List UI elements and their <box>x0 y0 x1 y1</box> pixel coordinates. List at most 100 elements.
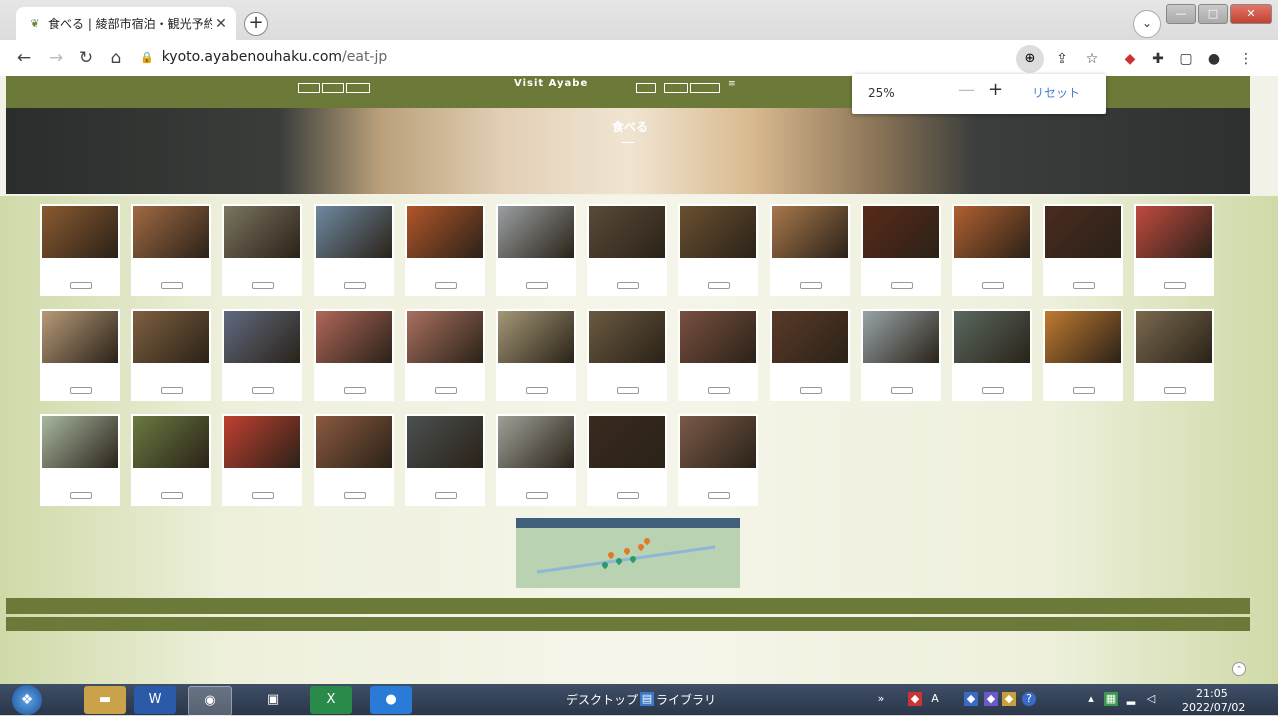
tray-app-icon[interactable]: ◆ <box>964 692 978 706</box>
lang-button[interactable] <box>298 83 320 93</box>
restaurant-photo[interactable] <box>133 416 210 468</box>
extensions-puzzle-icon[interactable]: ✚ <box>1148 49 1168 69</box>
restaurant-card[interactable] <box>496 204 576 296</box>
restaurant-card[interactable] <box>678 204 759 296</box>
back-icon[interactable]: ← <box>14 48 34 68</box>
restaurant-photo[interactable] <box>42 416 118 468</box>
details-button[interactable] <box>617 282 640 289</box>
site-logo[interactable]: Visit Ayabe <box>514 78 588 89</box>
restaurant-photo[interactable] <box>589 311 666 363</box>
restaurant-card[interactable] <box>587 414 668 506</box>
details-button[interactable] <box>343 282 366 289</box>
restaurant-photo[interactable] <box>42 311 118 363</box>
speaker-icon[interactable]: ◁ <box>1144 692 1158 706</box>
restaurant-photo[interactable] <box>224 311 301 363</box>
tray-app-icon[interactable]: ◆ <box>908 692 922 706</box>
details-button[interactable] <box>161 492 184 499</box>
clock-time[interactable]: 21:05 <box>1196 687 1228 700</box>
lang-button[interactable] <box>636 83 656 93</box>
details-button[interactable] <box>434 492 457 499</box>
excel-icon[interactable]: X <box>310 686 352 714</box>
restaurant-photo[interactable] <box>498 311 574 363</box>
restaurant-card[interactable] <box>860 309 941 401</box>
tray-app-icon[interactable]: ◆ <box>984 692 998 706</box>
lang-button[interactable] <box>664 83 688 93</box>
restaurant-card[interactable] <box>131 204 212 296</box>
zoom-reset-button[interactable]: リセット <box>1032 84 1080 101</box>
details-button[interactable] <box>70 282 92 289</box>
restaurant-card[interactable] <box>952 309 1032 401</box>
restaurant-card[interactable] <box>587 309 668 401</box>
restaurant-photo[interactable] <box>589 206 666 258</box>
start-button[interactable]: ❖ <box>12 685 42 715</box>
details-button[interactable] <box>1073 387 1096 394</box>
restaurant-photo[interactable] <box>1045 311 1122 363</box>
profile-icon[interactable]: ● <box>1204 49 1224 69</box>
restaurant-card[interactable] <box>40 309 120 401</box>
details-button[interactable] <box>708 282 731 289</box>
library-toolbar-label[interactable]: ライブラリ <box>656 691 716 708</box>
details-button[interactable] <box>161 387 184 394</box>
restaurant-photo[interactable] <box>1136 206 1213 258</box>
details-button[interactable] <box>252 282 275 289</box>
restaurant-photo[interactable] <box>771 311 848 363</box>
restaurant-photo[interactable] <box>680 206 757 258</box>
restaurant-photo[interactable] <box>406 311 483 363</box>
details-button[interactable] <box>1073 282 1096 289</box>
details-button[interactable] <box>70 492 92 499</box>
details-button[interactable] <box>799 282 822 289</box>
minimize-button[interactable]: — <box>1166 4 1196 24</box>
details-button[interactable] <box>1164 387 1187 394</box>
details-button[interactable] <box>161 282 184 289</box>
restaurant-photo[interactable] <box>224 416 301 468</box>
details-button[interactable] <box>70 387 92 394</box>
restaurant-card[interactable] <box>496 414 576 506</box>
restaurant-card[interactable] <box>40 204 120 296</box>
embedded-map[interactable] <box>516 518 740 588</box>
restaurant-card[interactable] <box>222 309 303 401</box>
restaurant-photo[interactable] <box>680 416 757 468</box>
restaurant-card[interactable] <box>587 204 668 296</box>
browser-tab[interactable]: ❦ 食べる | 綾部市宿泊・観光予約 ✕ <box>16 7 236 40</box>
details-button[interactable] <box>617 492 640 499</box>
details-button[interactable] <box>982 282 1004 289</box>
map-pin-icon[interactable] <box>642 536 652 546</box>
details-button[interactable] <box>982 387 1004 394</box>
restaurant-card[interactable] <box>678 414 759 506</box>
restaurant-photo[interactable] <box>406 206 483 258</box>
close-window-button[interactable]: ✕ <box>1230 4 1272 24</box>
details-button[interactable] <box>434 387 457 394</box>
restaurant-photo[interactable] <box>498 206 574 258</box>
bookmark-star-icon[interactable]: ☆ <box>1082 49 1102 69</box>
scroll-top-icon[interactable]: ⌃ <box>1232 662 1246 676</box>
lang-button[interactable] <box>322 83 344 93</box>
new-tab-button[interactable]: + <box>244 12 268 36</box>
zoom-app-icon[interactable]: ● <box>370 686 412 714</box>
restaurant-photo[interactable] <box>406 416 483 468</box>
restaurant-card[interactable] <box>404 309 485 401</box>
restaurant-card[interactable] <box>1134 309 1215 401</box>
reload-icon[interactable]: ↻ <box>76 48 96 68</box>
side-panel-icon[interactable]: ▢ <box>1176 49 1196 69</box>
restaurant-card[interactable] <box>404 414 485 506</box>
restaurant-photo[interactable] <box>133 206 210 258</box>
restaurant-card[interactable] <box>496 309 576 401</box>
restaurant-card[interactable] <box>313 309 394 401</box>
network-icon[interactable]: ▂ <box>1124 692 1138 706</box>
restaurant-card[interactable] <box>1134 204 1215 296</box>
restaurant-card[interactable] <box>404 204 485 296</box>
toolbar-expand-icon[interactable]: » <box>874 692 888 706</box>
details-button[interactable] <box>526 492 548 499</box>
restaurant-photo[interactable] <box>680 311 757 363</box>
tray-app-icon[interactable]: ▦ <box>1104 692 1118 706</box>
details-button[interactable] <box>799 387 822 394</box>
extension-icon[interactable]: ◆ <box>1120 49 1140 69</box>
details-button[interactable] <box>1164 282 1187 289</box>
desktop-toolbar-label[interactable]: デスクトップ <box>566 691 638 708</box>
details-button[interactable] <box>252 387 275 394</box>
tray-app-icon[interactable]: ◆ <box>1002 692 1016 706</box>
show-hidden-icons[interactable]: ▴ <box>1084 692 1098 706</box>
share-icon[interactable]: ⇪ <box>1052 49 1072 69</box>
restaurant-card[interactable] <box>313 414 394 506</box>
help-icon[interactable]: ? <box>1022 692 1036 706</box>
